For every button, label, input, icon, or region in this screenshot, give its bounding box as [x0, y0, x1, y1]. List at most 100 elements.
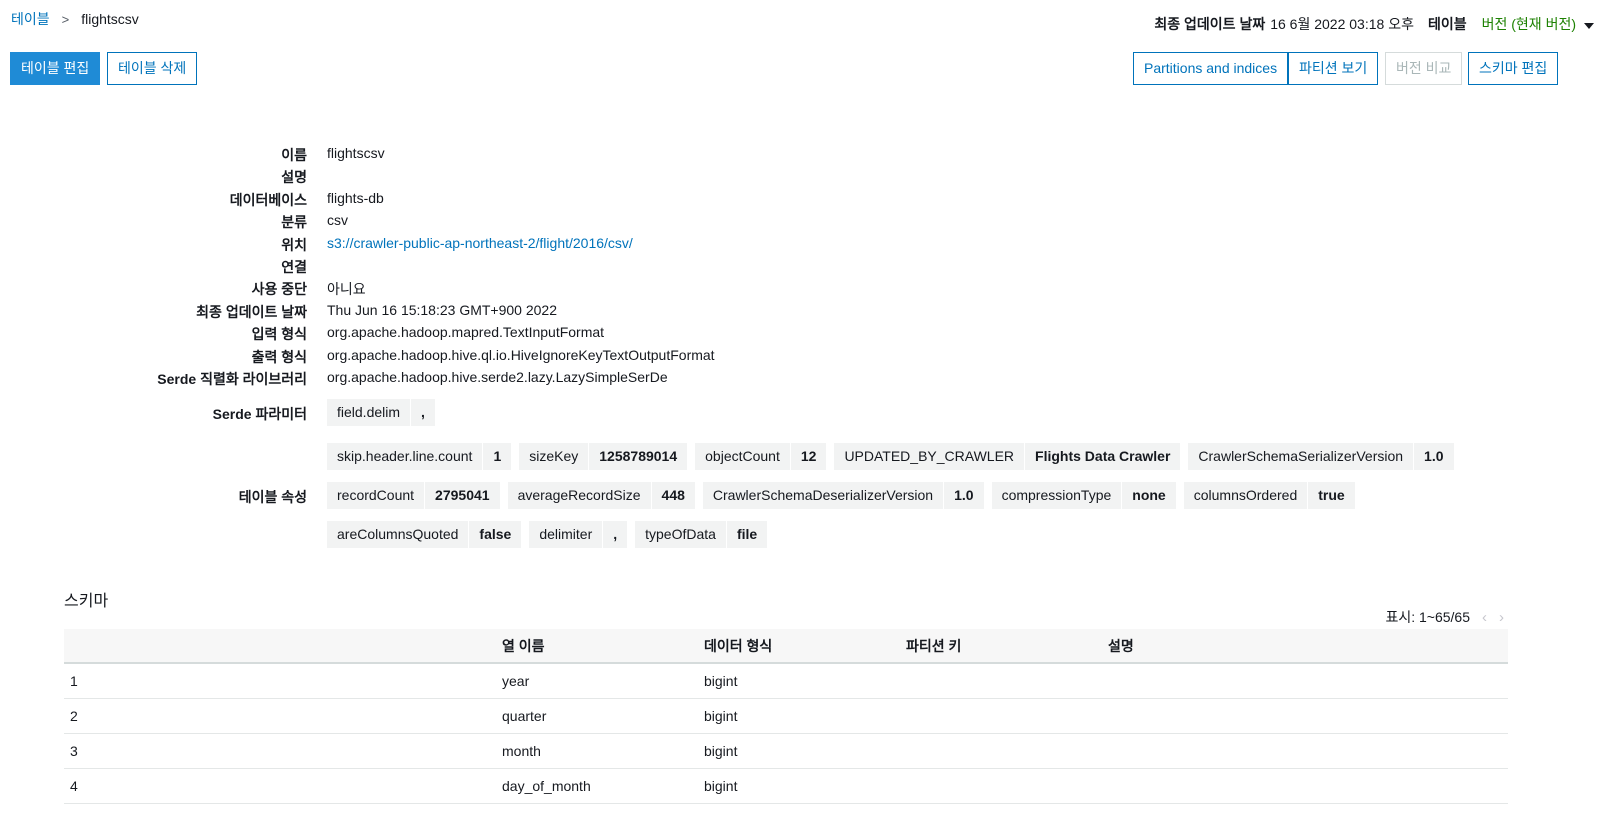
- table-property-chip: columnsOrdered true: [1183, 482, 1355, 509]
- chip-key: columnsOrdered: [1193, 487, 1298, 503]
- chevron-left-icon[interactable]: ‹: [1482, 609, 1487, 626]
- chip-key: skip.header.line.count: [337, 448, 473, 464]
- serde-params-label: Serde 파라미터: [212, 406, 307, 422]
- table-property-chip: sizeKey 1258789014: [519, 443, 688, 470]
- cell-data-type: bigint: [698, 663, 900, 699]
- detail-value: org.apache.hadoop.mapred.TextInputFormat: [327, 324, 605, 341]
- cell-data-type: bigint: [698, 733, 900, 769]
- detail-value: org.apache.hadoop.hive.serde2.lazy.LazyS…: [327, 368, 668, 385]
- table-property-chip: skip.header.line.count 1: [327, 443, 512, 470]
- table-property-chip: CrawlerSchemaSerializerVersion 1.0: [1188, 443, 1454, 470]
- column-header-index: [64, 629, 496, 664]
- schema-table: 열 이름 데이터 형식 파티션 키 설명 1 year bigint 2 qua…: [64, 629, 1508, 804]
- serde-params: field.delim ,: [327, 399, 435, 426]
- cell-partition-key: [900, 663, 1102, 699]
- chip-key: field.delim: [337, 404, 401, 420]
- cell-description: [1102, 768, 1508, 804]
- cell-description: [1102, 663, 1508, 699]
- table-property-chip: averageRecordSize 448: [507, 482, 695, 509]
- detail-value: flightscsv: [327, 145, 385, 161]
- cell-index: 4: [64, 768, 496, 804]
- detail-row-serde-library: Serde 직렬화 라이브러리 org.apache.hadoop.hive.s…: [0, 369, 1600, 391]
- cell-index: 1: [64, 663, 496, 699]
- chip-key: delimiter: [539, 526, 593, 542]
- detail-value: csv: [327, 212, 348, 229]
- table-property-chip: objectCount 12: [695, 443, 827, 470]
- detail-key: 데이터베이스: [229, 191, 307, 208]
- chip-key: UPDATED_BY_CRAWLER: [844, 448, 1015, 464]
- chip-value: 1: [482, 443, 511, 470]
- chip-value: 1258789014: [588, 443, 687, 470]
- detail-key: 연결: [281, 258, 307, 275]
- view-partitions-button[interactable]: 파티션 보기: [1288, 52, 1379, 85]
- detail-key: 최종 업데이트 날짜: [196, 303, 307, 320]
- detail-row-classification: 분류 csv: [0, 212, 1600, 234]
- detail-row-connection: 연결: [0, 257, 1600, 279]
- table-row: 1 year bigint: [64, 663, 1508, 699]
- cell-partition-key: [900, 768, 1102, 804]
- detail-row-database: 데이터베이스 flights-db: [0, 190, 1600, 212]
- location-link[interactable]: s3://crawler-public-ap-northeast-2/fligh…: [327, 235, 633, 251]
- schema-table-header: 열 이름 데이터 형식 파티션 키 설명: [64, 629, 1508, 664]
- table-properties-line-2: recordCount 2795041 averageRecordSize 448 …: [327, 482, 1355, 509]
- table-property-chip: delimiter,: [529, 521, 628, 548]
- detail-key: 이름: [281, 147, 307, 163]
- table-property-chip: recordCount 2795041: [327, 482, 500, 509]
- cell-column-name: year: [496, 663, 698, 699]
- detail-key: 출력 형식: [251, 348, 307, 365]
- cell-data-type: bigint: [698, 698, 900, 734]
- compare-versions-button[interactable]: 버전 비교: [1385, 52, 1463, 85]
- cell-column-name: day_of_month: [496, 768, 698, 804]
- chip-value: ,: [410, 399, 435, 426]
- table-property-chip: CrawlerSchemaDeserializerVersion 1.0: [702, 482, 984, 509]
- table-property-chip: UPDATED_BY_CRAWLER Flights Data Crawler: [834, 443, 1181, 470]
- detail-row-output-format: 출력 형식 org.apache.hadoop.hive.ql.io.HiveI…: [0, 347, 1600, 369]
- pagination: 표시: 1~65/65 ‹ ›: [1385, 607, 1504, 627]
- last-updated-value: 16 6월 2022 03:18 오후: [1270, 16, 1414, 32]
- table-properties-line-3: areColumnsQuoted false delimiter, typeOfD…: [327, 521, 768, 548]
- chip-value: 1.0: [943, 482, 983, 509]
- chip-value: false: [468, 521, 521, 548]
- detail-value: org.apache.hadoop.hive.ql.io.HiveIgnoreK…: [327, 346, 715, 363]
- detail-value: Thu Jun 16 15:18:23 GMT+900 2022: [327, 301, 557, 318]
- edit-table-button[interactable]: 테이블 편집: [10, 52, 101, 85]
- chip-value: true: [1307, 482, 1354, 509]
- breadcrumb-tables-link[interactable]: 테이블: [11, 9, 50, 29]
- table-properties-label: 테이블 속성: [238, 489, 307, 505]
- chip-key: sizeKey: [529, 448, 579, 464]
- serde-param-chip: field.delim ,: [327, 399, 435, 426]
- chip-value: none: [1121, 482, 1175, 509]
- detail-value: flights-db: [327, 189, 384, 206]
- version-selector[interactable]: 버전 (현재 버전): [1482, 14, 1594, 34]
- detail-row-location: 위치 s3://crawler-public-ap-northeast-2/fl…: [0, 235, 1600, 257]
- table-properties-line-1: skip.header.line.count 1 sizeKey 125878901…: [327, 443, 1454, 470]
- chevron-right-icon[interactable]: ›: [1499, 609, 1504, 626]
- chip-key: recordCount: [337, 487, 415, 503]
- detail-key: 사용 중단: [251, 281, 307, 298]
- detail-value: 아니요: [327, 281, 366, 298]
- edit-schema-button[interactable]: 스키마 편집: [1468, 52, 1559, 85]
- detail-key: 설명: [281, 169, 307, 186]
- chip-value: 448: [650, 482, 695, 509]
- cell-index: 3: [64, 733, 496, 769]
- column-header-partition-key[interactable]: 파티션 키: [900, 629, 1102, 664]
- table-row: 2 quarter bigint: [64, 698, 1508, 734]
- column-header-name[interactable]: 열 이름: [496, 629, 698, 664]
- table-label: 테이블: [1427, 16, 1467, 32]
- table-details: 이름 flightscsv 설명 데이터베이스 flights-db 분류 cs…: [0, 145, 1600, 391]
- caret-down-icon: [1584, 23, 1594, 29]
- detail-key: Serde 직렬화 라이브러리: [157, 370, 307, 387]
- delete-table-button[interactable]: 테이블 삭제: [107, 52, 198, 85]
- table-property-chip: areColumnsQuoted false: [327, 521, 522, 548]
- column-header-description[interactable]: 설명: [1102, 629, 1508, 664]
- chip-value: file: [725, 521, 767, 548]
- cell-description: [1102, 698, 1508, 734]
- chip-value: Flights Data Crawler: [1024, 443, 1180, 470]
- column-header-type[interactable]: 데이터 형식: [698, 629, 900, 664]
- chip-key: objectCount: [705, 448, 780, 464]
- chip-key: CrawlerSchemaDeserializerVersion: [712, 487, 934, 503]
- schema-section-title: 스키마: [64, 593, 109, 610]
- chevron-right-icon: >: [61, 11, 70, 27]
- partitions-indices-button[interactable]: Partitions and indices: [1133, 52, 1289, 85]
- breadcrumb: 테이블 > flightscsv: [11, 9, 139, 29]
